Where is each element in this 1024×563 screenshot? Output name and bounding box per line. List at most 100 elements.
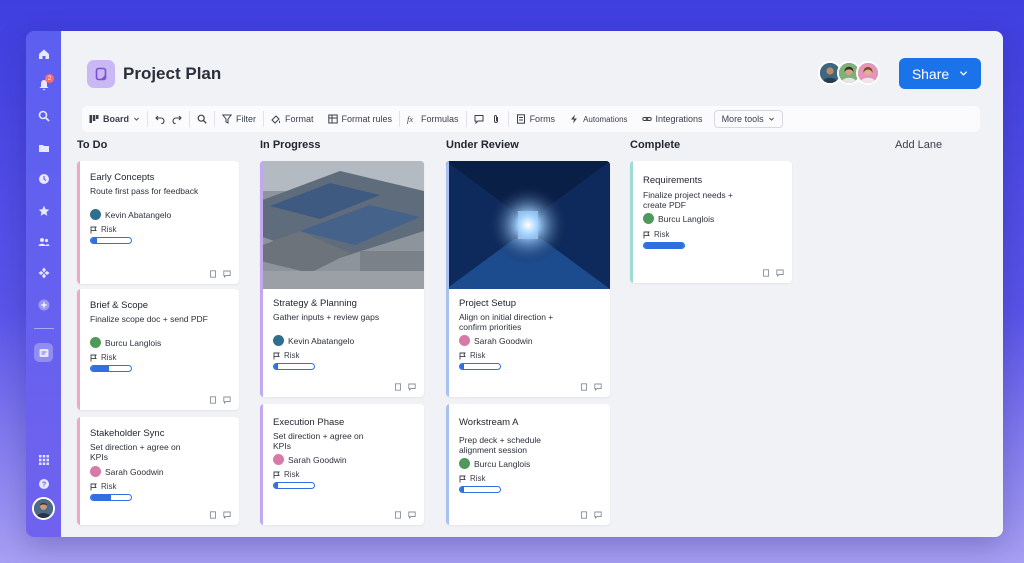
attachment-icon[interactable] bbox=[209, 270, 217, 278]
assignee-avatar bbox=[273, 454, 284, 465]
clock-icon[interactable] bbox=[35, 170, 52, 187]
chevron-down-icon bbox=[960, 71, 968, 76]
card-stripe bbox=[77, 289, 80, 410]
board-view-dropdown[interactable]: Board bbox=[82, 106, 147, 132]
attachment-icon[interactable] bbox=[394, 383, 402, 391]
workspace-icon[interactable] bbox=[35, 344, 52, 361]
chevron-down-icon bbox=[134, 117, 139, 121]
assignee-avatar bbox=[273, 335, 284, 346]
star-icon[interactable] bbox=[35, 202, 52, 219]
search-button[interactable] bbox=[190, 106, 214, 132]
card-title: Stakeholder Sync bbox=[90, 428, 165, 439]
progress-bar bbox=[459, 363, 501, 370]
progress-fill bbox=[91, 366, 109, 371]
progress-bar bbox=[90, 365, 132, 372]
attachment-icon[interactable] bbox=[580, 511, 588, 519]
redo-button[interactable] bbox=[172, 106, 189, 132]
card-stripe bbox=[260, 404, 263, 525]
card-stakeholder-sync[interactable]: Stakeholder Sync Set direction + agree o… bbox=[77, 417, 239, 525]
assignee-name: Sarah Goodwin bbox=[105, 466, 164, 477]
people-icon[interactable] bbox=[35, 233, 52, 250]
board-icon bbox=[89, 115, 99, 123]
more-tools-dropdown[interactable]: More tools bbox=[713, 110, 783, 128]
card-brief-scope[interactable]: Brief & Scope Finalize scope doc + send … bbox=[77, 289, 239, 410]
card-title: Early Concepts bbox=[90, 172, 155, 183]
comment-icon[interactable] bbox=[594, 511, 602, 519]
attachment-button[interactable] bbox=[491, 106, 508, 132]
formulas-button[interactable]: fx Formulas bbox=[400, 106, 466, 132]
card-description: Finalize project needs + create PDF bbox=[643, 190, 734, 210]
card-description: Prep deck + schedule alignment session bbox=[459, 435, 541, 455]
automations-button[interactable]: Automations bbox=[562, 106, 634, 132]
card-description: Align on initial direction + confirm pri… bbox=[459, 312, 554, 332]
card-description: Gather inputs + review gaps bbox=[273, 312, 380, 322]
comment-icon[interactable] bbox=[594, 383, 602, 391]
card-stripe bbox=[630, 161, 633, 283]
assignee-name: Sarah Goodwin bbox=[474, 335, 533, 346]
integrations-label: Integrations bbox=[655, 114, 703, 124]
assignee-name: Burcu Langlois bbox=[474, 458, 531, 469]
attachment-icon[interactable] bbox=[394, 511, 402, 519]
server-room-image bbox=[446, 161, 610, 289]
card-stripe bbox=[260, 161, 263, 397]
progress-fill bbox=[91, 495, 111, 500]
collaborator-avatar[interactable] bbox=[856, 61, 880, 85]
card-project-setup[interactable]: Project Setup Align on initial direction… bbox=[446, 161, 610, 397]
assignee-avatar bbox=[90, 209, 101, 220]
card-requirements[interactable]: Requirements Finalize project needs + cr… bbox=[630, 161, 792, 283]
app-window: 2 ? Project Plan Share Board Filter Form… bbox=[26, 31, 1003, 537]
progress-bar bbox=[273, 482, 315, 489]
comment-icon[interactable] bbox=[223, 270, 231, 278]
assignee-avatar bbox=[90, 466, 101, 477]
format-button[interactable]: Format bbox=[264, 106, 321, 132]
undo-button[interactable] bbox=[148, 106, 172, 132]
apps-icon[interactable] bbox=[35, 264, 52, 281]
comment-icon[interactable] bbox=[223, 396, 231, 404]
comment-icon[interactable] bbox=[408, 511, 416, 519]
add-lane-button[interactable]: Add Lane bbox=[895, 139, 942, 151]
progress-fill bbox=[644, 243, 684, 248]
attachment-icon[interactable] bbox=[762, 269, 770, 277]
assignee-name: Kevin Abatangelo bbox=[105, 209, 172, 220]
card-workstream-a[interactable]: Workstream A Prep deck + schedule alignm… bbox=[446, 404, 610, 525]
comment-icon[interactable] bbox=[776, 269, 784, 277]
notification-badge: 2 bbox=[45, 74, 54, 83]
card-early-concepts[interactable]: Early Concepts Route first pass for feed… bbox=[77, 161, 239, 284]
risk-label: Risk bbox=[101, 482, 117, 491]
comment-icon[interactable] bbox=[408, 383, 416, 391]
attachment-icon[interactable] bbox=[209, 511, 217, 519]
assignee-avatar bbox=[643, 213, 654, 224]
card-title: Execution Phase bbox=[273, 417, 345, 428]
home-icon[interactable] bbox=[35, 45, 52, 62]
integrations-button[interactable]: Integrations bbox=[635, 106, 710, 132]
progress-bar bbox=[643, 242, 685, 249]
chevron-down-icon bbox=[768, 117, 774, 121]
risk-label: Risk bbox=[101, 353, 117, 362]
progress-fill bbox=[274, 483, 278, 488]
share-button[interactable]: Share bbox=[899, 58, 981, 89]
card-execution-phase[interactable]: Execution Phase Set direction + agree on… bbox=[260, 404, 424, 525]
attachment-icon[interactable] bbox=[209, 396, 217, 404]
plus-icon[interactable] bbox=[35, 296, 52, 313]
filter-button[interactable]: Filter bbox=[215, 106, 263, 132]
comment-button[interactable] bbox=[467, 106, 491, 132]
format-rules-button[interactable]: Format rules bbox=[321, 106, 400, 132]
flag-icon bbox=[90, 354, 97, 361]
redo-icon bbox=[172, 115, 182, 124]
search-icon[interactable] bbox=[35, 107, 52, 124]
comment-icon[interactable] bbox=[223, 511, 231, 519]
assignee-name: Sarah Goodwin bbox=[288, 454, 347, 465]
card-strategy-planning[interactable]: Strategy & Planning Gather inputs + revi… bbox=[260, 161, 424, 397]
forms-button[interactable]: Forms bbox=[509, 106, 563, 132]
factory-rooftop-image bbox=[260, 161, 424, 289]
attachment-icon[interactable] bbox=[580, 383, 588, 391]
card-stripe bbox=[77, 417, 80, 525]
folder-icon[interactable] bbox=[35, 139, 52, 156]
flag-icon bbox=[90, 226, 97, 233]
format-rules-label: Format rules bbox=[341, 114, 393, 124]
flag-icon bbox=[459, 352, 466, 359]
help-icon[interactable]: ? bbox=[35, 475, 52, 492]
user-avatar[interactable] bbox=[32, 497, 55, 520]
grid-icon[interactable] bbox=[35, 451, 52, 468]
card-description: Set direction + agree on KPIs bbox=[273, 431, 364, 451]
